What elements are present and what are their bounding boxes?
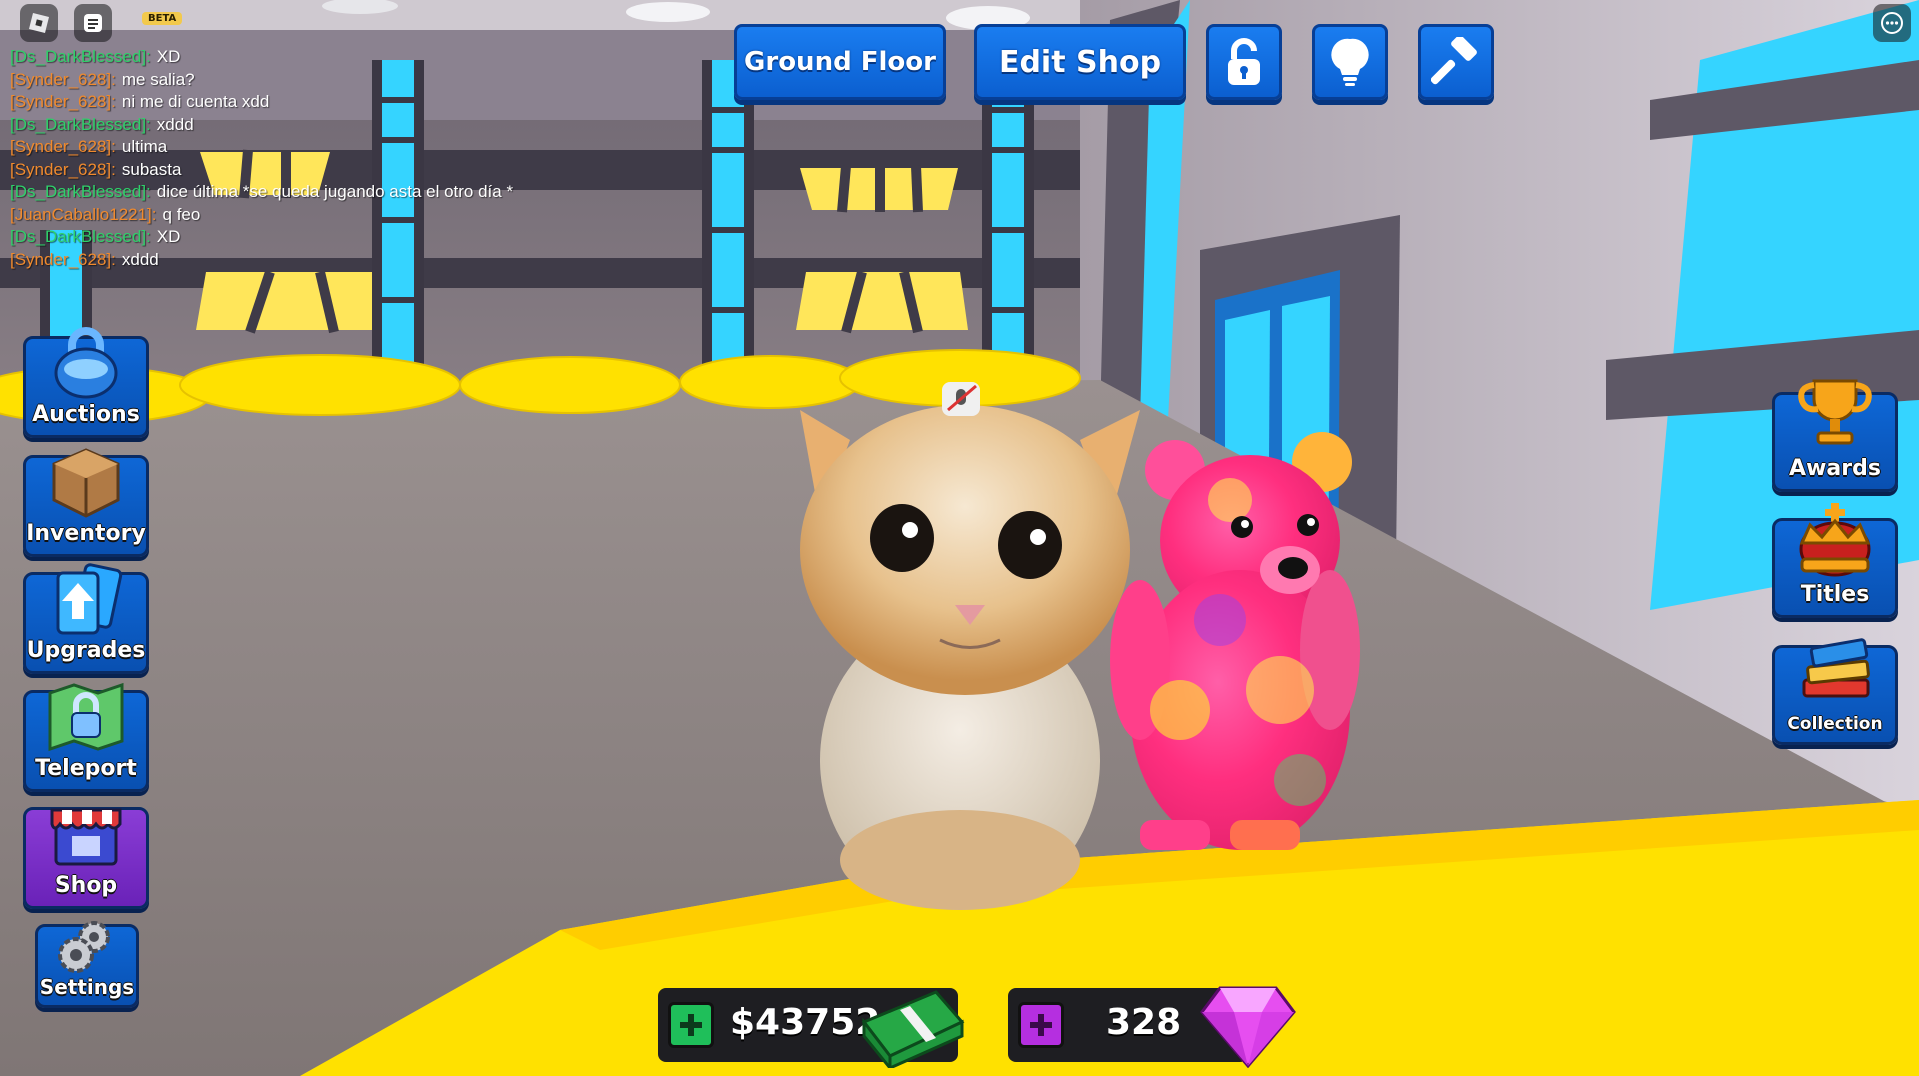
chat-username[interactable]: [Ds_DarkBlessed]: (10, 47, 151, 66)
collection-label: Collection (1787, 714, 1883, 734)
chat-message: [Synder_628]: subasta (10, 159, 570, 182)
upgrades-button[interactable]: Upgrades (23, 563, 149, 674)
roblox-menu-button[interactable] (20, 4, 58, 42)
chat-text: me salia? (121, 69, 195, 89)
titles-button[interactable]: Titles (1772, 503, 1898, 618)
unlock-button[interactable] (1206, 24, 1282, 100)
trophy-icon (1798, 379, 1872, 445)
settings-button[interactable]: Settings (35, 921, 139, 1008)
auctions-button[interactable]: Auctions (23, 327, 149, 438)
chat-message: [Synder_628]: me salia? (10, 69, 570, 92)
chat-icon (84, 14, 102, 32)
gear-icon (58, 921, 110, 973)
chat-username[interactable]: [JuanCaballo1221]: (10, 205, 157, 224)
chat-log: [Ds_DarkBlessed]: XD [Synder_628]: me salia… (10, 46, 570, 271)
chat-username[interactable]: [Ds_DarkBlessed]: (10, 227, 151, 246)
gem-icon (1200, 986, 1296, 1068)
chat-text: xddd (121, 249, 159, 269)
chat-text: xddd (156, 114, 194, 134)
lightbulb-icon (1331, 38, 1369, 86)
hammer-icon (1431, 37, 1477, 85)
unlock-icon (1228, 38, 1260, 85)
upgrades-label: Upgrades (26, 638, 146, 663)
chat-message: [Ds_DarkBlessed]: XD (10, 226, 570, 249)
chat-text: subasta (121, 159, 182, 179)
more-options-button[interactable] (1873, 4, 1911, 42)
books-icon (1802, 638, 1870, 698)
chat-text: dice última *se queda jugando asta el ot… (156, 182, 514, 201)
chat-text: ultima (121, 137, 168, 156)
padlock-icon (54, 327, 118, 399)
chat-text: XD (156, 47, 181, 66)
chat-message: [JuanCaballo1221]: q feo (10, 204, 570, 227)
settings-label: Settings (39, 975, 135, 999)
roblox-logo-icon (29, 13, 49, 33)
chat-username[interactable]: [Ds_DarkBlessed]: (10, 182, 151, 201)
plus-icon (1030, 1014, 1052, 1036)
chat-message: [Synder_628]: xddd (10, 249, 570, 272)
gems-amount: 328 (1106, 1002, 1182, 1043)
shop-label: Shop (54, 873, 118, 898)
awards-label: Awards (1789, 456, 1881, 481)
chat-username[interactable]: [Synder_628]: (10, 92, 116, 111)
chat-message: [Synder_628]: ni me di cuenta xdd (10, 91, 570, 114)
gems-display: 328 (1008, 986, 1296, 1068)
auctions-label: Auctions (32, 402, 140, 427)
plus-icon (680, 1014, 702, 1036)
teleport-button[interactable]: Teleport (23, 682, 149, 792)
ground-floor-label: Ground Floor (744, 47, 936, 77)
buy-cash-button[interactable] (668, 1002, 714, 1048)
buy-gems-button[interactable] (1018, 1002, 1064, 1048)
chat-username[interactable]: [Synder_628]: (10, 70, 116, 89)
chat-text: XD (156, 227, 181, 246)
chat-message: [Ds_DarkBlessed]: xddd (10, 114, 570, 137)
lightbulb-button[interactable] (1312, 24, 1388, 100)
edit-shop-button[interactable]: Edit Shop (974, 24, 1186, 100)
chat-message: [Ds_DarkBlessed]: dice última *se queda j… (10, 181, 570, 204)
shop-button[interactable]: Shop (23, 807, 149, 909)
upgrade-arrow-icon (56, 563, 123, 635)
map-lock-icon (48, 682, 124, 752)
chat-username[interactable]: [Ds_DarkBlessed]: (10, 115, 151, 134)
chat-username[interactable]: [Synder_628]: (10, 137, 116, 156)
edit-shop-label: Edit Shop (998, 44, 1162, 80)
box-icon (52, 448, 120, 518)
awards-button[interactable]: Awards (1772, 379, 1898, 492)
collection-button[interactable]: Collection (1772, 638, 1898, 745)
chat-text: q feo (162, 204, 201, 224)
cash-stack-icon (861, 990, 965, 1068)
ground-floor-button[interactable]: Ground Floor (734, 24, 946, 100)
more-options-icon (1881, 12, 1903, 34)
chat-message: [Synder_628]: ultima (10, 136, 570, 159)
chat-username[interactable]: [Synder_628]: (10, 250, 116, 269)
chat-text: ni me di cuenta xdd (121, 92, 270, 111)
beta-badge: BETA (142, 12, 183, 25)
teleport-label: Teleport (35, 756, 137, 781)
chat-toggle-button[interactable] (74, 4, 112, 42)
crown-icon (1799, 503, 1871, 577)
inventory-button[interactable]: Inventory (23, 448, 149, 557)
inventory-label: Inventory (26, 521, 146, 546)
hammer-button[interactable] (1418, 24, 1494, 100)
cash-display: $43752 (658, 988, 965, 1068)
storefront-icon (50, 808, 122, 866)
titles-label: Titles (1800, 582, 1870, 607)
chat-username[interactable]: [Synder_628]: (10, 160, 116, 179)
chat-message: [Ds_DarkBlessed]: XD (10, 46, 570, 69)
